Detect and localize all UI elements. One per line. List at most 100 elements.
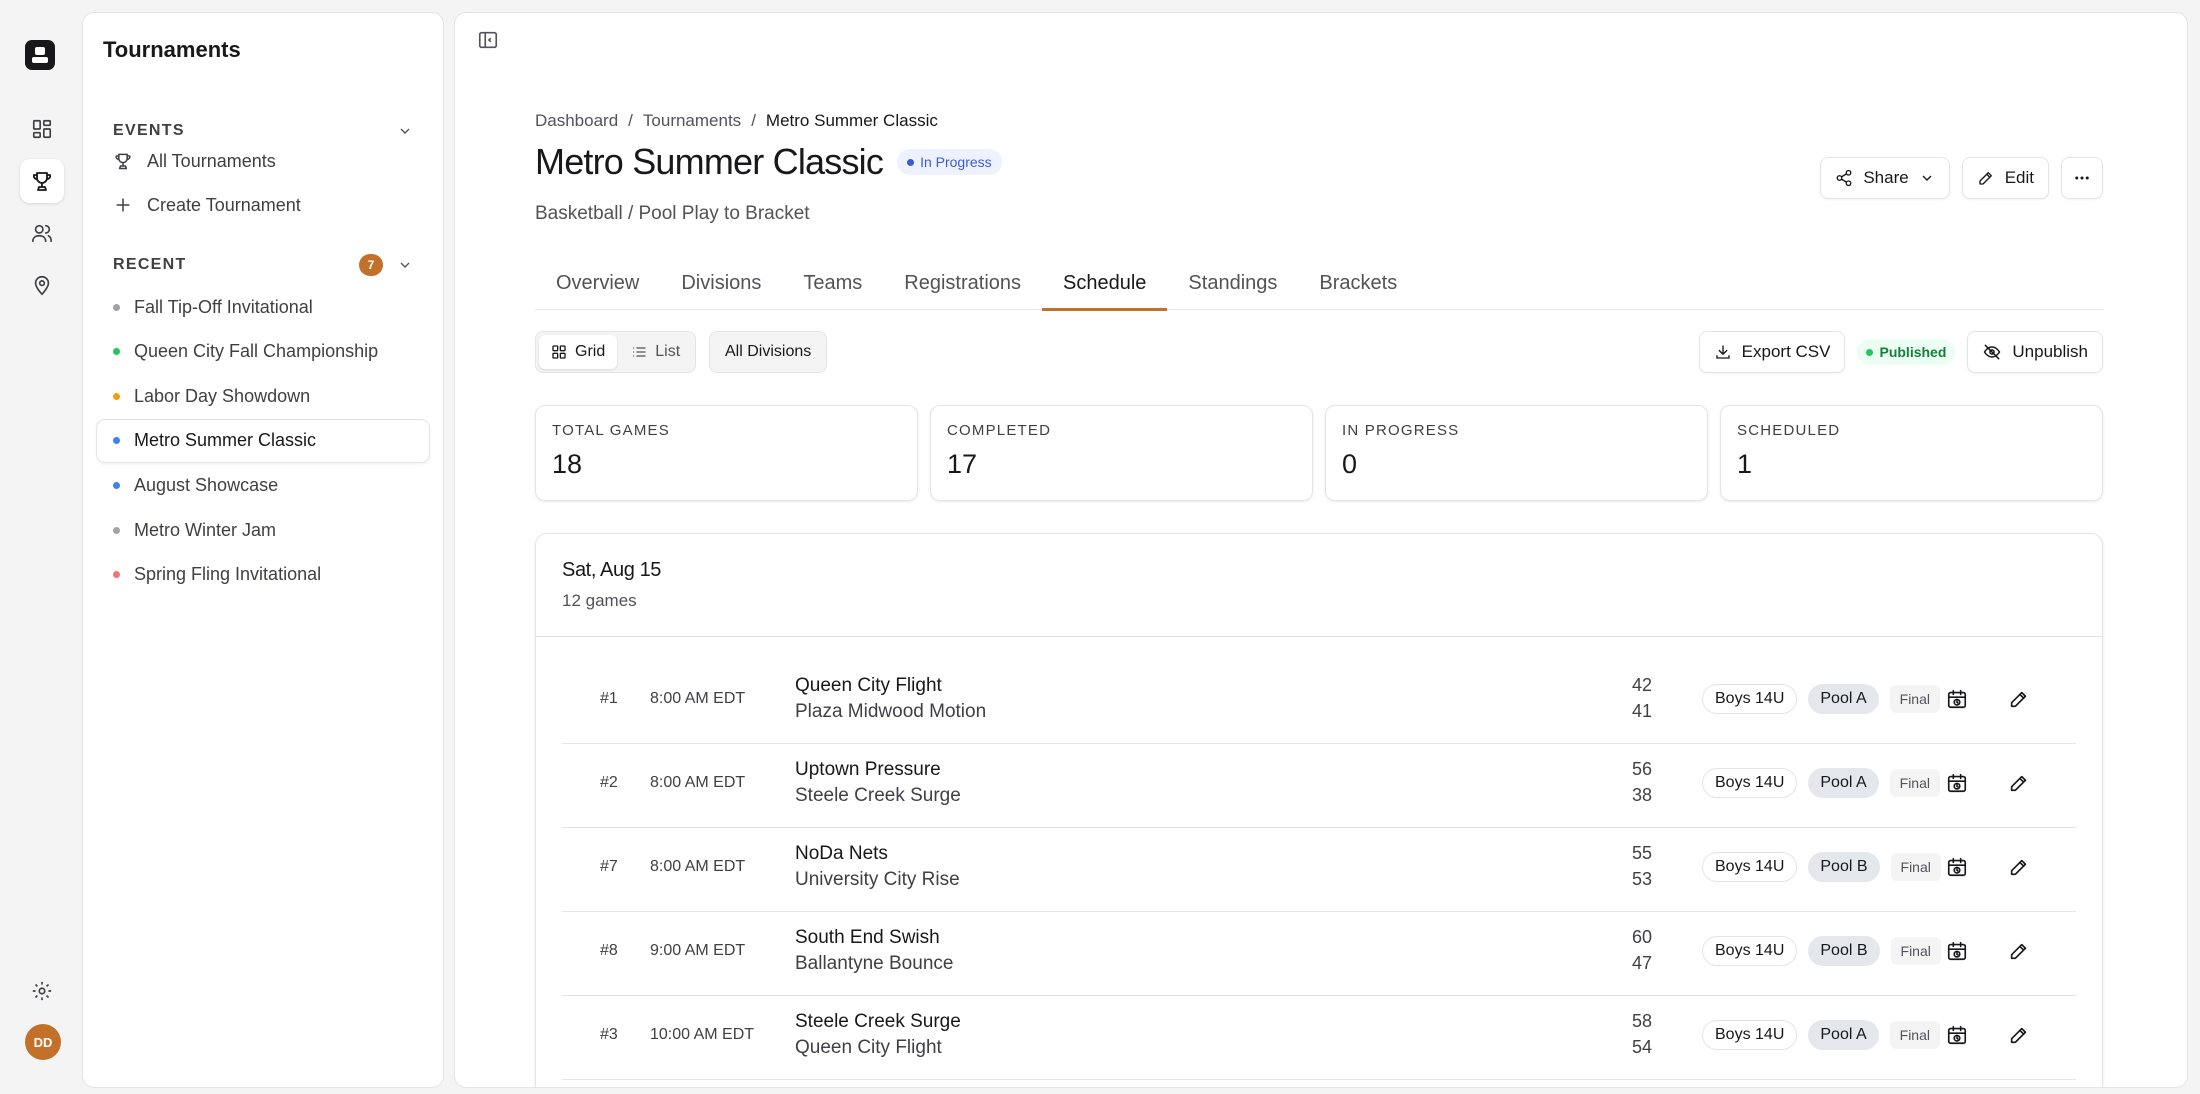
- sidebar-item-labor-day-showdown[interactable]: Labor Day Showdown: [97, 375, 429, 417]
- page-header: Metro Summer Classic In Progress: [535, 141, 1002, 183]
- home-team: Steele Creek Surge: [795, 1011, 961, 1032]
- location-pin-icon[interactable]: [20, 263, 64, 307]
- sidebar-item-spring-fling-invitational[interactable]: Spring Fling Invitational: [97, 554, 429, 596]
- list-view-button[interactable]: List: [619, 335, 692, 369]
- users-icon[interactable]: [20, 211, 64, 255]
- main-content: Dashboard / Tournaments / Metro Summer C…: [454, 12, 2188, 1088]
- stat-value: 17: [947, 449, 978, 479]
- page-subtitle: Basketball / Pool Play to Bracket: [535, 203, 810, 224]
- home-score: 56: [1631, 759, 1652, 779]
- tab-standings[interactable]: Standings: [1167, 257, 1298, 310]
- away-team: Ballantyne Bounce: [795, 953, 954, 974]
- reschedule-calendar-icon[interactable]: [1946, 772, 1968, 794]
- game-row: #8 9:00 AM EDT South End Swish Ballantyne B…: [562, 912, 2076, 996]
- divisions-filter[interactable]: All Divisions: [709, 331, 828, 373]
- edit-game-pencil-icon[interactable]: [2008, 1024, 2030, 1046]
- stats-row: TOTAL GAMES 18 COMPLETED 17 IN PROGRESS 0 SCHE…: [535, 405, 2103, 501]
- status-dot-icon: [113, 437, 120, 445]
- sidebar-item-metro-summer-classic[interactable]: Metro Summer Classic: [97, 419, 429, 462]
- unpublish-button[interactable]: Unpublish: [1967, 331, 2103, 373]
- reschedule-calendar-icon[interactable]: [1946, 940, 1968, 962]
- home-team: Uptown Pressure: [795, 759, 941, 780]
- header-actions: Share Edit: [1820, 157, 2103, 199]
- edit-game-pencil-icon[interactable]: [2008, 772, 2030, 794]
- recent-section-header[interactable]: RECENT 7: [113, 253, 413, 277]
- sidebar-item-metro-winter-jam[interactable]: Metro Winter Jam: [97, 509, 429, 551]
- sidebar-item-queen-city-fall-championship[interactable]: Queen City Fall Championship: [97, 331, 429, 373]
- home-team: South End Swish: [795, 927, 940, 948]
- user-avatar[interactable]: DD: [25, 1024, 61, 1060]
- sidebar-item-august-showcase[interactable]: August Showcase: [97, 464, 429, 506]
- tab-divisions[interactable]: Divisions: [660, 257, 782, 310]
- sidebar-item-label: Create Tournament: [147, 194, 301, 215]
- division-badge: Boys 14U: [1702, 936, 1798, 966]
- tab-overview[interactable]: Overview: [535, 257, 660, 310]
- chevron-down-icon[interactable]: [397, 257, 413, 273]
- game-status-badge: Final: [1889, 685, 1940, 713]
- game-time: 10:00 AM EDT: [650, 1026, 755, 1043]
- status-badge: In Progress: [897, 149, 1002, 175]
- pencil-icon: [1977, 169, 1995, 187]
- stat-label: TOTAL GAMES: [552, 422, 670, 439]
- tab-bar: Overview Divisions Teams Registrations Sched…: [535, 257, 2103, 311]
- tab-brackets[interactable]: Brackets: [1298, 257, 1418, 310]
- grid-label: Grid: [575, 343, 606, 360]
- export-label: Export CSV: [1741, 342, 1831, 361]
- stat-label: COMPLETED: [947, 422, 1052, 439]
- sidebar-item-create-tournament[interactable]: Create Tournament: [113, 188, 301, 222]
- stat-card-in-progress: IN PROGRESS 0: [1325, 405, 1708, 501]
- tab-registrations[interactable]: Registrations: [883, 257, 1042, 310]
- dashboard-icon[interactable]: [20, 107, 64, 151]
- pool-badge: Pool A: [1808, 1020, 1879, 1050]
- game-number: #7: [600, 858, 618, 875]
- game-row: #7 8:00 AM EDT NoDa Nets University City Ri…: [562, 828, 2076, 912]
- app-logo[interactable]: [25, 40, 55, 70]
- reschedule-calendar-icon[interactable]: [1946, 1024, 1968, 1046]
- day-game-count: 12 games: [562, 591, 637, 610]
- game-status-badge: Final: [1889, 1021, 1940, 1049]
- away-team: Queen City Flight: [795, 1037, 942, 1058]
- sidebar-item-label: All Tournaments: [147, 150, 276, 171]
- edit-game-pencil-icon[interactable]: [2008, 940, 2030, 962]
- game-number: #2: [600, 774, 618, 791]
- reschedule-calendar-icon[interactable]: [1946, 688, 1968, 710]
- stat-value: 0: [1342, 449, 1358, 479]
- events-section-header[interactable]: EVENTS: [113, 119, 413, 143]
- trophy-icon[interactable]: [20, 159, 64, 203]
- more-options-button[interactable]: [2061, 157, 2103, 199]
- sidebar-item-fall-tip-off-invitational[interactable]: Fall Tip-Off Invitational: [97, 286, 429, 328]
- edit-game-pencil-icon[interactable]: [2008, 688, 2030, 710]
- tab-schedule[interactable]: Schedule: [1042, 257, 1168, 311]
- breadcrumb-dashboard[interactable]: Dashboard: [535, 111, 618, 131]
- sidebar-item-all-tournaments[interactable]: All Tournaments: [113, 144, 276, 178]
- game-tags: Boys 14U Pool B Final: [1702, 936, 1941, 966]
- edit-game-pencil-icon[interactable]: [2008, 856, 2030, 878]
- share-button[interactable]: Share: [1820, 157, 1950, 199]
- game-row: #3 10:00 AM EDT Steele Creek Surge Queen Ci…: [562, 996, 2076, 1080]
- export-csv-button[interactable]: Export CSV: [1698, 331, 1846, 373]
- division-badge: Boys 14U: [1702, 852, 1798, 882]
- status-dot-icon: [113, 303, 120, 311]
- status-dot-icon: [113, 392, 120, 400]
- status-dot-icon: [907, 158, 915, 166]
- game-row: #1 8:00 AM EDT Queen City Flight Plaza Midw…: [562, 660, 2076, 744]
- grid-view-button[interactable]: Grid: [539, 335, 618, 369]
- sidebar-toggle-icon[interactable]: [477, 29, 499, 51]
- stat-value: 1: [1737, 449, 1753, 479]
- reschedule-calendar-icon[interactable]: [1946, 856, 1968, 878]
- edit-button[interactable]: Edit: [1961, 157, 2049, 199]
- settings-gear-icon[interactable]: [20, 969, 64, 1013]
- tab-teams[interactable]: Teams: [782, 257, 883, 310]
- chevron-down-icon[interactable]: [397, 123, 413, 139]
- home-score: 58: [1631, 1011, 1652, 1031]
- away-score: 38: [1631, 785, 1652, 805]
- breadcrumb-tournaments[interactable]: Tournaments: [643, 111, 741, 131]
- page-title: Metro Summer Classic: [535, 141, 884, 182]
- edit-label: Edit: [2004, 168, 2034, 187]
- tournaments-sidebar: Tournaments EVENTS All Tournaments Creat…: [82, 12, 444, 1088]
- game-row: #2 8:00 AM EDT Uptown Pressure Steele Creek…: [562, 744, 2076, 828]
- game-tags: Boys 14U Pool A Final: [1702, 1020, 1940, 1050]
- game-time: 9:00 AM EDT: [650, 942, 746, 959]
- schedule-day-card: Sat, Aug 15 12 games #1 8:00 AM EDT Queen …: [535, 533, 2103, 1087]
- list-icon: [631, 344, 647, 360]
